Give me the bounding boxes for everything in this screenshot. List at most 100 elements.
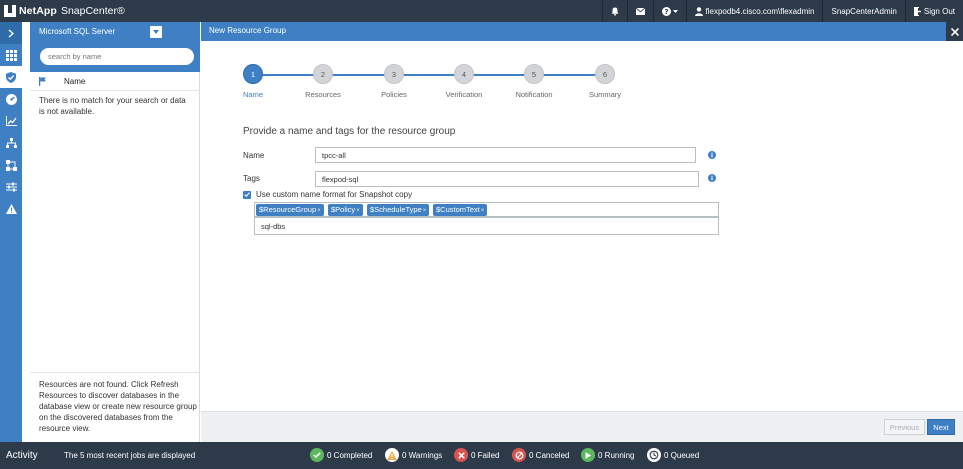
close-wizard-button[interactable] [946,22,963,41]
step-3[interactable]: 3 Policies [364,64,424,99]
help-icon: ? [661,6,671,16]
shield-check-icon [6,71,16,83]
product-name: SnapCenter® [60,5,125,17]
snapshot-format-tags-box[interactable]: $ResourceGroup× $Policy× $ScheduleType× … [254,202,719,217]
role-name: SnapCenterAdmin [831,6,897,16]
queued-jobs[interactable]: 0 Queued [647,448,699,462]
remove-tag-icon[interactable]: × [481,208,485,214]
play-circle-icon [581,448,595,462]
canceled-jobs[interactable]: 0 Canceled [512,448,569,462]
step-4-number: 4 [454,64,474,84]
expand-nav-button[interactable] [0,22,22,44]
tags-info-button[interactable] [708,174,716,184]
brand-name: NetApp [19,5,57,17]
custom-text-input[interactable] [254,217,719,235]
top-bar: NetApp SnapCenter® ? flexpodb4.cisco.com… [0,0,963,22]
notifications-button[interactable] [601,0,627,22]
format-tag-label: $CustomText [436,205,480,214]
user-menu[interactable]: flexpodb4.cisco.com\flexadmin [685,0,823,22]
step-5[interactable]: 5 Notification [504,64,564,99]
queued-count: 0 Queued [664,450,700,460]
format-tag[interactable]: $ResourceGroup× [256,204,324,216]
sign-out-button[interactable]: Sign Out [904,0,963,22]
warning-jobs[interactable]: 0 Warnings [385,448,442,462]
info-icon [708,174,716,182]
name-column-header[interactable]: Name [64,77,85,86]
nav-storage[interactable] [0,154,22,176]
netapp-logo-icon [4,5,16,17]
remove-tag-icon[interactable]: × [356,208,360,214]
flag-column-button[interactable] [39,77,46,88]
custom-format-label: Use custom name format for Snapshot copy [256,190,413,199]
custom-format-checkbox-row[interactable]: Use custom name format for Snapshot copy [243,190,412,199]
format-tag-label: $ResourceGroup [259,205,317,214]
step-5-label: Notification [515,90,553,99]
user-icon [694,6,703,16]
step-1-label: Name [242,90,263,99]
no-resources-message: Resources are not found. Click Refresh R… [39,380,197,433]
search-input[interactable] [40,48,194,65]
name-info-button[interactable] [708,151,716,161]
nav-alerts[interactable] [0,198,22,220]
sign-out-icon [913,6,921,16]
failed-count: 0 Failed [471,450,500,460]
step-6-label: Summary [588,90,622,99]
step-1[interactable]: 1 Name [223,64,283,99]
completed-jobs[interactable]: 0 Completed [310,448,372,462]
panel-header: Microsoft SQL Server [30,22,200,72]
wizard-title: New Resource Group [209,26,286,35]
next-button[interactable]: Next [927,419,955,435]
messages-button[interactable] [626,0,653,22]
wizard-steps: 1 Name 2 Resources 3 Policies 4 Verifica… [201,64,963,104]
sign-out-label: Sign Out [923,6,955,16]
plugin-selector-dropdown[interactable] [150,26,162,38]
step-2[interactable]: 2 Resources [293,64,353,99]
help-button[interactable]: ? [652,0,686,22]
nav-dashboard[interactable] [0,44,22,66]
step-4[interactable]: 4 Verification [434,64,494,99]
failed-jobs[interactable]: 0 Failed [454,448,499,462]
running-count: 0 Running [598,450,635,460]
wizard-header: New Resource Group [201,22,963,41]
remove-tag-icon[interactable]: × [423,208,427,214]
step-3-number: 3 [384,64,404,84]
format-tag[interactable]: $Policy× [328,204,363,216]
warnings-count: 0 Warnings [402,450,443,460]
nav-settings[interactable] [0,176,22,198]
nav-reports[interactable] [0,110,22,132]
caret-down-icon [153,30,159,34]
format-tag[interactable]: $CustomText× [433,204,488,216]
format-tag-label: $ScheduleType [370,205,422,214]
custom-format-checkbox[interactable] [243,190,251,199]
activity-bar[interactable]: Activity The 5 most recent jobs are disp… [0,442,963,469]
running-jobs[interactable]: 0 Running [581,448,634,462]
form-heading: Provide a name and tags for the resource… [243,126,456,137]
tags-input[interactable] [315,171,699,187]
role-menu[interactable]: SnapCenterAdmin [822,0,904,22]
nav-resources[interactable] [0,66,22,88]
resource-list-panel: Microsoft SQL Server Name There is no ma… [30,22,200,442]
nav-hosts[interactable] [0,132,22,154]
grid-icon [5,49,17,61]
name-input[interactable] [315,147,696,163]
queued-clock-icon [647,448,661,462]
format-tag-label: $Policy [331,205,356,214]
panel-footer: Resources are not found. Click Refresh R… [30,372,200,442]
previous-button[interactable]: Previous [884,419,925,435]
step-3-label: Policies [381,90,407,99]
close-icon [950,27,959,36]
envelope-icon [635,7,645,15]
remove-tag-icon[interactable]: × [317,208,321,214]
step-6[interactable]: 6 Summary [575,64,635,99]
format-tag[interactable]: $ScheduleType× [367,204,430,216]
bell-icon [611,7,619,16]
activity-message: The 5 most recent jobs are displayed [64,451,196,460]
nav-monitor[interactable] [0,88,22,110]
resource-table-header: Name [30,72,200,91]
step-2-number: 2 [313,64,333,84]
step-2-label: Resources [305,90,341,99]
completed-count: 0 Completed [327,450,373,460]
canceled-count: 0 Canceled [529,450,570,460]
chart-icon [5,116,17,126]
name-label: Name [243,151,265,160]
